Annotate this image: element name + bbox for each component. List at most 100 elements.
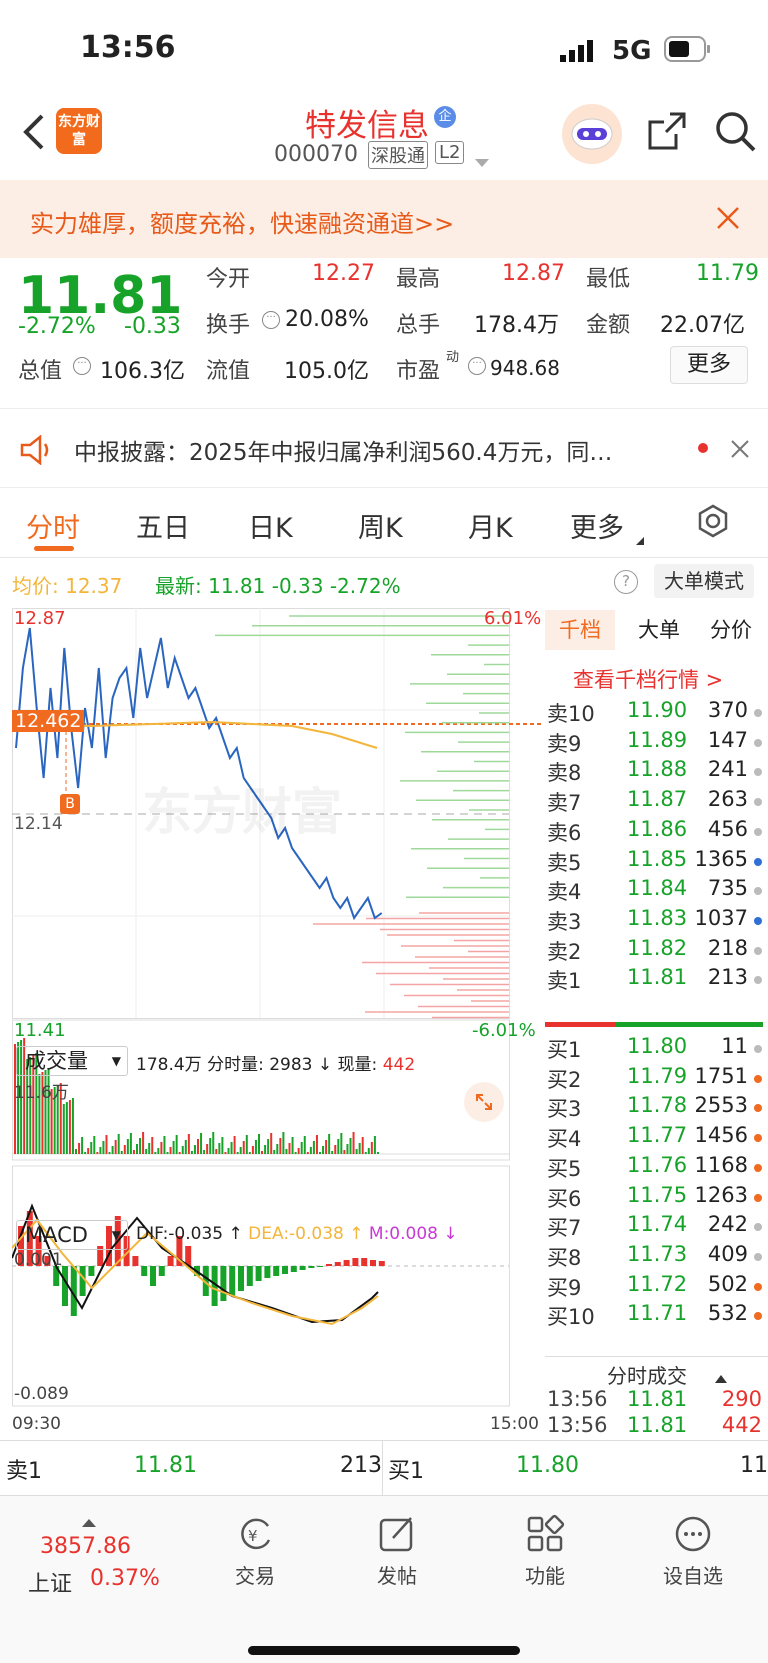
down-arrow-icon: ↓ (317, 1055, 333, 1075)
tab-more[interactable]: 更多 (570, 506, 624, 545)
trades-title[interactable]: 分时成交 (607, 1360, 687, 1389)
search-icon[interactable] (714, 110, 756, 156)
tab-5day[interactable]: 五日 (136, 506, 190, 545)
expand-icon[interactable] (464, 1082, 504, 1122)
settings-icon[interactable] (696, 504, 730, 542)
notice-bar[interactable]: 中报披露：2025年中报归属净利润560.4万元，同… (0, 408, 768, 488)
ask-row[interactable]: 卖5 11.85 1365 (545, 847, 768, 878)
macd-bar (326, 1264, 332, 1266)
unread-dot (698, 443, 708, 453)
spread-bar (545, 1022, 763, 1027)
assistant-avatar[interactable] (562, 104, 622, 164)
macd-bar (273, 1266, 280, 1276)
ask-row[interactable]: 卖1 11.81 213 (545, 965, 768, 996)
active-tab-indicator (34, 546, 74, 551)
promo-banner[interactable]: 实力雄厚，额度充裕，快速融资通道>> (0, 180, 768, 258)
volume-bar (90, 1142, 93, 1154)
low-value: 11.79 (696, 261, 759, 286)
time-start: 09:30 (12, 1414, 61, 1434)
divider (545, 1356, 768, 1357)
tab-watchlist-label: 设自选 (663, 1564, 723, 1588)
pe-value: 948.68 (490, 356, 560, 380)
bid-row[interactable]: 买8 11.73 409 (545, 1242, 768, 1273)
tab-intraday[interactable]: 分时 (26, 506, 80, 545)
tab-daily-k[interactable]: 日K (248, 506, 293, 545)
index-widget[interactable]: 3857.86 上证 0.37% (20, 1506, 170, 1606)
share-icon[interactable] (646, 110, 688, 156)
ask-row[interactable]: 卖7 11.87 263 (545, 787, 768, 818)
level-label: 卖2 (547, 939, 582, 964)
info-icon[interactable]: ··· (468, 357, 486, 375)
bid-row[interactable]: 买2 11.79 1751 (545, 1064, 768, 1095)
tab-trade[interactable]: ¥ 交易 (210, 1514, 300, 1604)
macd-bar (264, 1266, 271, 1278)
tab-monthly-k[interactable]: 月K (468, 506, 513, 545)
bid-row[interactable]: 买10 11.71 532 (545, 1301, 768, 1332)
bid-row[interactable]: 买5 11.76 1168 (545, 1153, 768, 1184)
book-tab-big-order[interactable]: 大单 (629, 610, 689, 650)
buy-badge[interactable]: B (60, 794, 80, 814)
level-label: 买10 (547, 1305, 595, 1330)
promo-text[interactable]: 实力雄厚，额度充裕，快速融资通道>> (30, 204, 454, 239)
more-button[interactable]: 更多 (670, 346, 748, 384)
speaker-icon (18, 434, 54, 469)
intraday-chart[interactable] (11, 608, 542, 1438)
volume-bar (84, 1152, 87, 1154)
volume-bar (364, 1152, 367, 1154)
trade-volume: 442 (721, 1413, 762, 1437)
bid-row[interactable]: 买1 11.80 11 (545, 1034, 768, 1065)
ask-row[interactable]: 卖9 11.89 147 (545, 728, 768, 759)
tab-post[interactable]: 发帖 (352, 1514, 442, 1604)
big-order-mode-button[interactable]: 大单模式 (654, 564, 754, 598)
macd-panel-frame (12, 1165, 510, 1407)
index-value: 3857.86 (40, 1534, 131, 1559)
volume-bar (123, 1145, 126, 1154)
tab-functions[interactable]: 功能 (500, 1514, 590, 1604)
volume-bar (81, 1137, 84, 1154)
tab-weekly-k[interactable]: 周K (358, 506, 403, 545)
chart-area[interactable]: 12.87 6.01% 11.41 -6.01% 12.14 12.462 B … (11, 608, 542, 1438)
ask-row[interactable]: 卖8 11.88 241 (545, 757, 768, 788)
volume-value: 178.4万 (474, 313, 559, 338)
help-icon[interactable]: ? (614, 570, 638, 594)
volume-bar (227, 1148, 230, 1154)
volume-bar (239, 1147, 242, 1154)
macd-indicator-select[interactable]: MACD ▼ (16, 1220, 128, 1250)
ask-row[interactable]: 卖10 11.90 370 (545, 698, 768, 729)
order-dot (754, 946, 762, 955)
notice-text[interactable]: 中报披露：2025年中报归属净利润560.4万元，同… (74, 433, 674, 467)
volume-bar (325, 1140, 328, 1154)
close-icon[interactable] (730, 439, 750, 463)
high-label: 最高 (396, 267, 441, 292)
book-tab-price[interactable]: 分价 (701, 610, 761, 650)
ask-row[interactable]: 卖6 11.86 456 (545, 817, 768, 848)
tab-watchlist[interactable]: 设自选 (648, 1514, 738, 1604)
bid-row[interactable]: 买9 11.72 502 (545, 1272, 768, 1303)
info-icon[interactable]: ··· (73, 357, 91, 375)
volume-indicator-select[interactable]: 成交量 ▼ (16, 1046, 128, 1076)
bid-row[interactable]: 买6 11.75 1263 (545, 1183, 768, 1214)
bid-row[interactable]: 买4 11.77 1456 (545, 1123, 768, 1154)
level-label: 卖3 (547, 909, 582, 934)
back-icon[interactable] (18, 112, 48, 156)
order-dot (754, 1193, 762, 1202)
volume-bar (376, 1152, 379, 1154)
volume-bar (71, 1098, 74, 1154)
dropdown-icon[interactable] (475, 152, 489, 171)
level-price: 11.78 (627, 1093, 688, 1118)
volume-panel-frame (12, 1019, 510, 1161)
close-icon[interactable] (716, 206, 740, 234)
ask-row[interactable]: 卖3 11.83 1037 (545, 906, 768, 937)
now-volume-label: 现量: (337, 1055, 378, 1075)
ask-row[interactable]: 卖2 11.82 218 (545, 936, 768, 967)
book-tab-depth[interactable]: 千档 (545, 610, 615, 650)
volume-bar (117, 1134, 120, 1154)
bid-row[interactable]: 买3 11.78 2553 (545, 1093, 768, 1124)
ask-row[interactable]: 卖4 11.84 735 (545, 876, 768, 907)
bid-row[interactable]: 买7 11.74 242 (545, 1212, 768, 1243)
depth-link[interactable]: 查看千档行情 > (573, 664, 723, 694)
macd-bar (370, 1260, 376, 1266)
info-icon[interactable]: ··· (262, 311, 280, 329)
market-tag: 深股通 (368, 141, 428, 169)
avg-label: 均价: (12, 574, 59, 598)
